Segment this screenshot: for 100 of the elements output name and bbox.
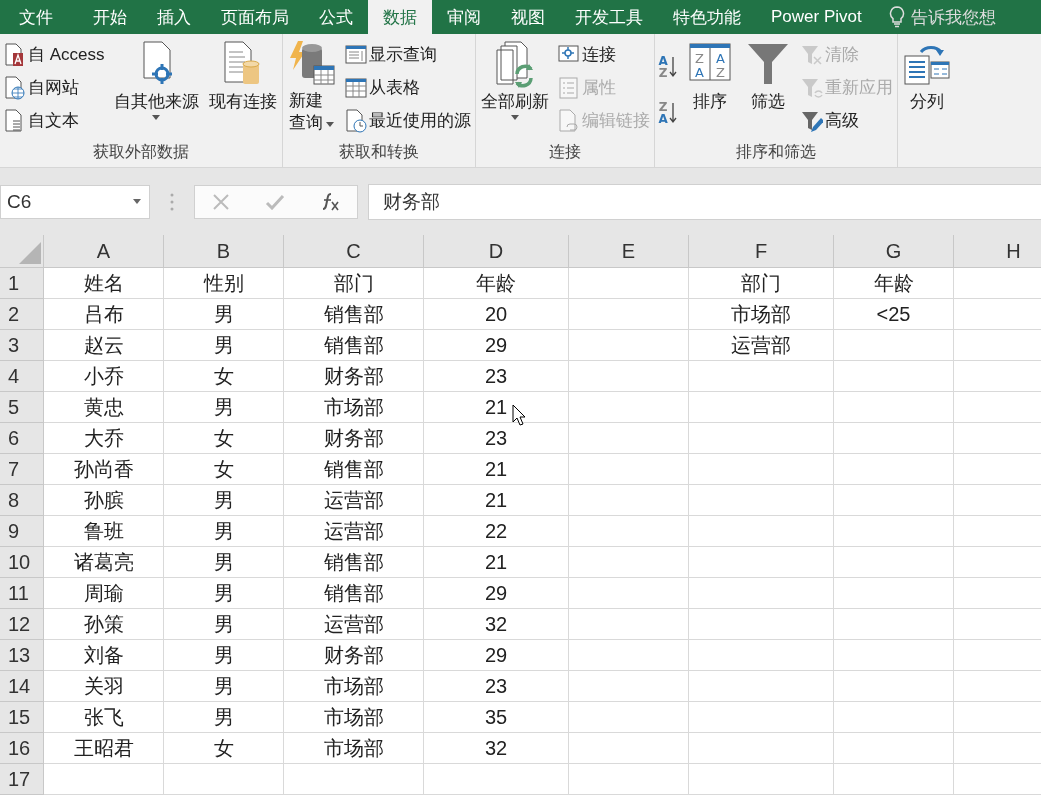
row-header[interactable]: 5 bbox=[0, 392, 44, 423]
tell-me-field[interactable]: 告诉我您想 bbox=[888, 0, 1041, 34]
row-header[interactable]: 6 bbox=[0, 423, 44, 454]
ribbon-button[interactable]: 分列 bbox=[899, 38, 954, 142]
ribbon-tab[interactable]: 数据 bbox=[368, 0, 432, 34]
table-cell: 年龄 bbox=[424, 268, 569, 299]
table-cell: 21 bbox=[424, 485, 569, 516]
table-cell: 关羽 bbox=[44, 671, 164, 702]
table-cell: 市场部 bbox=[689, 299, 834, 330]
ribbon-tab[interactable]: 开发工具 bbox=[560, 0, 658, 34]
row-header[interactable]: 17 bbox=[0, 764, 44, 795]
table-cell: 运营部 bbox=[284, 609, 424, 640]
ribbon-button[interactable]: 自文本 bbox=[2, 104, 107, 137]
ribbon-button[interactable]: 筛选 bbox=[740, 38, 795, 142]
table-cell: 男 bbox=[164, 330, 284, 361]
caret-icon bbox=[133, 199, 141, 204]
ribbon-tab[interactable]: 审阅 bbox=[432, 0, 496, 34]
ribbon-button[interactable]: 显示查询 bbox=[342, 38, 473, 71]
select-all-button[interactable] bbox=[0, 235, 44, 268]
mouse-cursor-icon bbox=[512, 404, 526, 426]
ribbon-button[interactable]: 连接 bbox=[555, 38, 652, 71]
row-header[interactable]: 15 bbox=[0, 702, 44, 733]
table-cell: 20 bbox=[424, 299, 569, 330]
table-cell: 运营部 bbox=[284, 485, 424, 516]
ribbon-button[interactable]: 从表格 bbox=[342, 71, 473, 104]
row-header[interactable]: 10 bbox=[0, 547, 44, 578]
document-icon bbox=[4, 42, 26, 67]
table-cell: 部门 bbox=[689, 268, 834, 299]
ribbon-button[interactable]: 现有连接 bbox=[205, 38, 280, 142]
table-cell: 女 bbox=[164, 361, 284, 392]
row-header[interactable]: 14 bbox=[0, 671, 44, 702]
table-cell: 男 bbox=[164, 392, 284, 423]
table-cell: 市场部 bbox=[284, 671, 424, 702]
table-cell: 小乔 bbox=[44, 361, 164, 392]
column-header[interactable]: H bbox=[954, 235, 1041, 268]
cancel-icon[interactable] bbox=[212, 192, 231, 211]
table-cell: 21 bbox=[424, 547, 569, 578]
column-header[interactable]: D bbox=[424, 235, 569, 268]
table-cell: 男 bbox=[164, 516, 284, 547]
ribbon-tab[interactable]: 公式 bbox=[304, 0, 368, 34]
ribbon-button[interactable]: 高级 bbox=[798, 104, 895, 137]
table-cell: 销售部 bbox=[284, 547, 424, 578]
table-cell: 刘备 bbox=[44, 640, 164, 671]
ribbon-tab[interactable]: 特色功能 bbox=[658, 0, 756, 34]
table-cell: 23 bbox=[424, 361, 569, 392]
table-cell: 男 bbox=[164, 578, 284, 609]
table-cell: 孙尚香 bbox=[44, 454, 164, 485]
ribbon-button[interactable]: 全部刷新 bbox=[477, 38, 552, 142]
row-header[interactable]: 12 bbox=[0, 609, 44, 640]
table-cell: 23 bbox=[424, 671, 569, 702]
column-header[interactable]: A bbox=[44, 235, 164, 268]
column-header[interactable]: B bbox=[164, 235, 284, 268]
column-header[interactable]: G bbox=[834, 235, 954, 268]
table-cell: 男 bbox=[164, 299, 284, 330]
ribbon-tab[interactable]: 开始 bbox=[78, 0, 142, 34]
ribbon-tab[interactable]: 视图 bbox=[496, 0, 560, 34]
table-cell: 销售部 bbox=[284, 330, 424, 361]
group-label: 排序和筛选 bbox=[734, 142, 817, 162]
ribbon-tab[interactable]: 插入 bbox=[142, 0, 206, 34]
ribbon-button[interactable]: 自 Access bbox=[2, 38, 107, 71]
ribbon-tab[interactable]: 文件 bbox=[4, 0, 68, 34]
row-header[interactable]: 11 bbox=[0, 578, 44, 609]
column-header[interactable]: C bbox=[284, 235, 424, 268]
name-box[interactable]: C6 bbox=[0, 184, 150, 219]
sort-ascending-button[interactable]: A Z bbox=[656, 53, 679, 81]
table-cell: 赵云 bbox=[44, 330, 164, 361]
ribbon-tab[interactable]: Power Pivot bbox=[756, 0, 877, 34]
ribbon-button[interactable]: 自其他来源 bbox=[110, 38, 202, 142]
table-cell: 大乔 bbox=[44, 423, 164, 454]
table-cell: 运营部 bbox=[689, 330, 834, 361]
table-cell: 性别 bbox=[164, 268, 284, 299]
ribbon-button[interactable]: 新建查询 bbox=[284, 38, 339, 142]
table-cell: 男 bbox=[164, 671, 284, 702]
column-header[interactable]: F bbox=[689, 235, 834, 268]
row-header[interactable]: 9 bbox=[0, 516, 44, 547]
row-header[interactable]: 4 bbox=[0, 361, 44, 392]
ribbon-button[interactable]: 最近使用的源 bbox=[342, 104, 473, 137]
sort-descending-button[interactable]: Z A bbox=[656, 99, 679, 127]
ribbon-tab[interactable]: 页面布局 bbox=[206, 0, 304, 34]
row-header[interactable]: 1 bbox=[0, 268, 44, 299]
row-header[interactable]: 3 bbox=[0, 330, 44, 361]
row-header[interactable]: 16 bbox=[0, 733, 44, 764]
table-cell: 销售部 bbox=[284, 578, 424, 609]
table-cell: 女 bbox=[164, 454, 284, 485]
ribbon-button[interactable]: 自网站 bbox=[2, 71, 107, 104]
table-cell: 孙膑 bbox=[44, 485, 164, 516]
table-cell: 诸葛亮 bbox=[44, 547, 164, 578]
row-header[interactable]: 7 bbox=[0, 454, 44, 485]
table-cell: 男 bbox=[164, 485, 284, 516]
table-cell: 21 bbox=[424, 454, 569, 485]
row-header[interactable]: 13 bbox=[0, 640, 44, 671]
formula-field[interactable]: 财务部 bbox=[368, 183, 1041, 220]
check-icon[interactable] bbox=[265, 193, 285, 210]
column-header[interactable]: E bbox=[569, 235, 689, 268]
table-cell: 22 bbox=[424, 516, 569, 547]
ribbon-button[interactable]: Z A A Z 排序 bbox=[682, 38, 737, 142]
row-header[interactable]: 2 bbox=[0, 299, 44, 330]
table-cell: 女 bbox=[164, 423, 284, 454]
row-header[interactable]: 8 bbox=[0, 485, 44, 516]
table-cell: 鲁班 bbox=[44, 516, 164, 547]
